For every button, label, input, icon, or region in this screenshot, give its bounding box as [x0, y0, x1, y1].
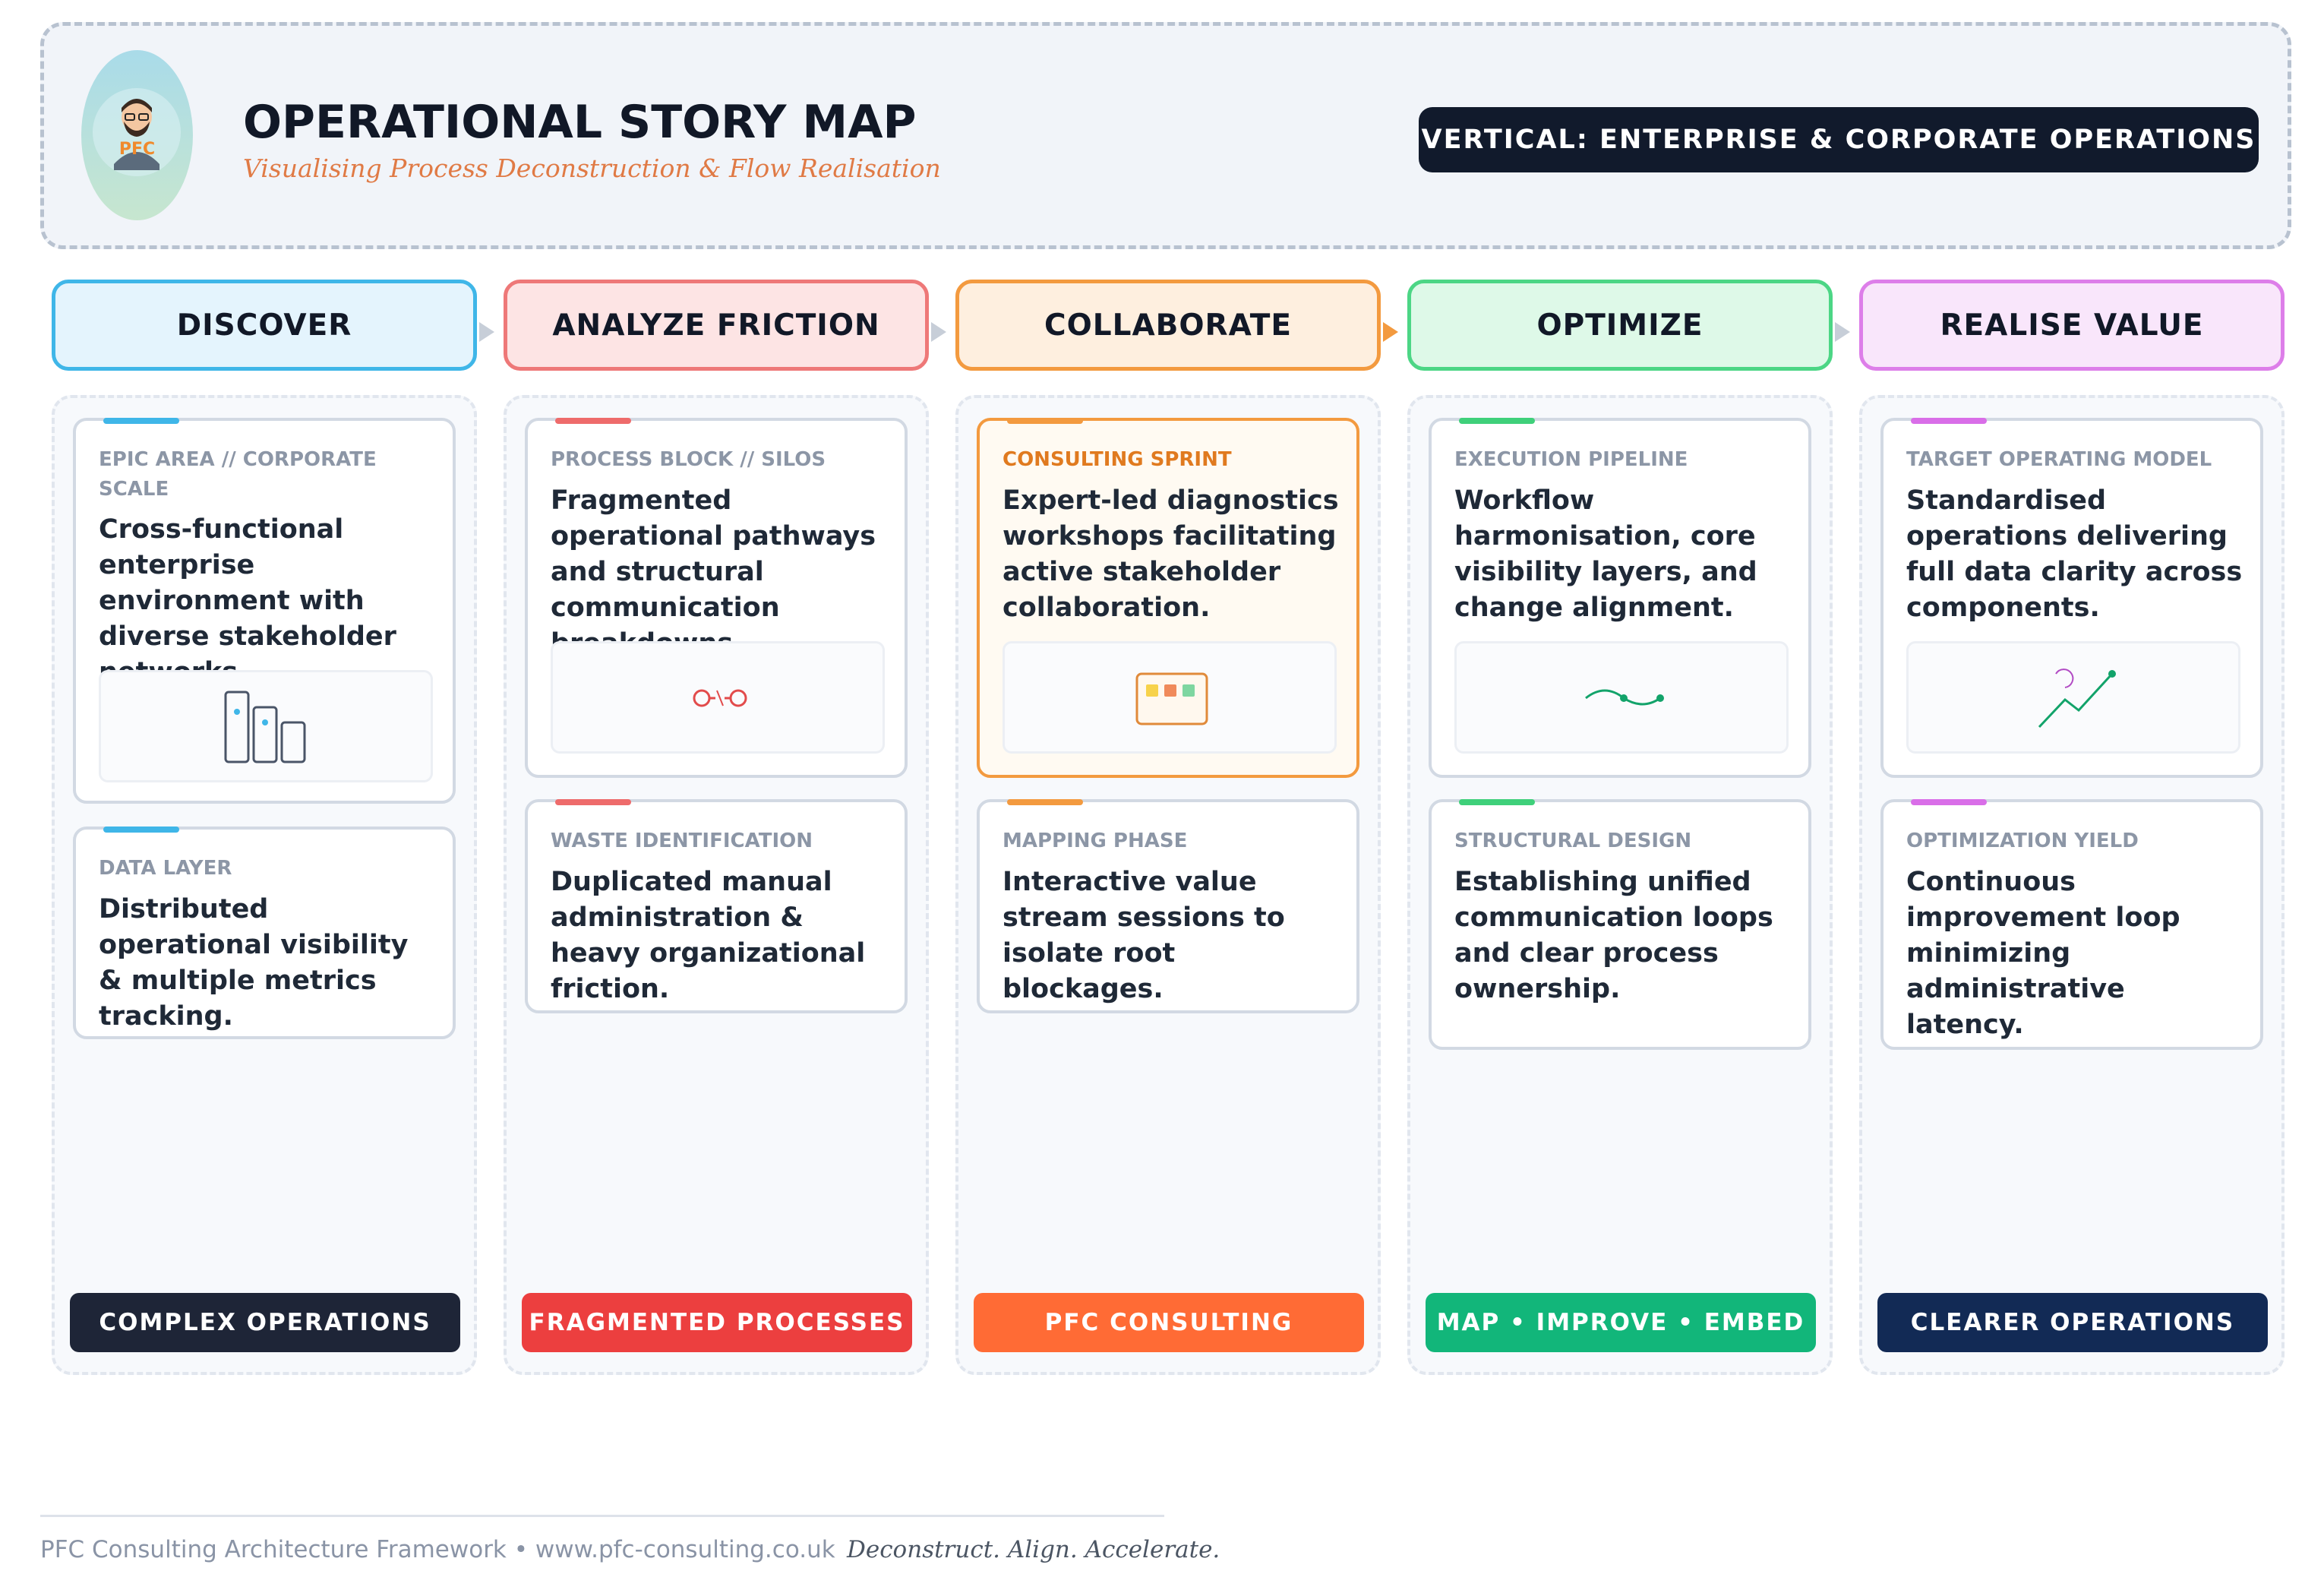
stage-footer-pill: CLEARER OPERATIONS [1877, 1293, 2268, 1352]
stage-card: OPTIMIZATION YIELD Continuous improvemen… [1880, 799, 2263, 1050]
stage-header-collaborate: COLLABORATE [955, 280, 1381, 371]
card-label: EPIC AREA // CORPORATE SCALE [99, 448, 377, 501]
page-title: OPERATIONAL STORY MAP [243, 96, 917, 149]
stage-footer-pill: PFC CONSULTING [974, 1293, 1364, 1352]
card-accent [1911, 418, 1987, 424]
stage-header-optimize: OPTIMIZE [1407, 280, 1833, 371]
stage-header-analyze-friction: ANALYZE FRICTION [504, 280, 929, 371]
card-text: Expert-led diagnostics workshops facilit… [1003, 485, 1339, 623]
card-label: WASTE IDENTIFICATION [551, 830, 813, 852]
card-label: DATA LAYER [99, 857, 232, 880]
stage-footer-pill: FRAGMENTED PROCESSES [522, 1293, 912, 1352]
card-text: Interactive value stream sessions to iso… [1003, 867, 1285, 1004]
card-accent [555, 799, 631, 805]
card-accent [1459, 418, 1535, 424]
card-label: STRUCTURAL DESIGN [1454, 830, 1692, 852]
arrow-right-icon [479, 322, 494, 342]
broken-link-icon [693, 689, 747, 707]
card-accent [1007, 799, 1083, 805]
stage-column-optimize: EXECUTION PIPELINE Workflow harmonisatio… [1407, 395, 1833, 1375]
card-accent [103, 827, 179, 833]
card-label: CONSULTING SPRINT [1003, 448, 1232, 471]
stage-card: EPIC AREA // CORPORATE SCALE Cross-funct… [73, 418, 456, 804]
card-accent [555, 418, 631, 424]
card-illustration [551, 641, 885, 754]
arrow-right-icon [1835, 322, 1850, 342]
card-label: TARGET OPERATING MODEL [1906, 448, 2212, 471]
card-text: Standardised operations delivering full … [1906, 485, 2243, 623]
card-text: Distributed operational visibility & mul… [99, 894, 409, 1032]
stage-card: DATA LAYER Distributed operational visib… [73, 827, 456, 1039]
card-label: MAPPING PHASE [1003, 830, 1188, 852]
card-text: Duplicated manual administration & heavy… [551, 867, 866, 1004]
stage-card: STRUCTURAL DESIGN Establishing unified c… [1429, 799, 1811, 1050]
card-label: EXECUTION PIPELINE [1454, 448, 1688, 471]
flow-curve-icon [1585, 689, 1664, 706]
bars-icon [224, 691, 306, 763]
card-text: Continuous improvement loop minimizing a… [1906, 867, 2180, 1040]
stage-column-discover: EPIC AREA // CORPORATE SCALE Cross-funct… [52, 395, 477, 1375]
card-text: Establishing unified communication loops… [1454, 867, 1773, 1004]
stage-header-realise-value: REALISE VALUE [1859, 280, 2285, 371]
card-accent [1007, 418, 1083, 424]
card-illustration [1003, 641, 1337, 754]
stage-header-discover: DISCOVER [52, 280, 477, 371]
arrow-right-icon [931, 322, 946, 342]
stage-footer-pill: COMPLEX OPERATIONS [70, 1293, 460, 1352]
stage-card: PROCESS BLOCK // SILOS Fragmented operat… [525, 418, 908, 778]
stage-card: TARGET OPERATING MODEL Standardised oper… [1880, 418, 2263, 778]
avatar-icon [93, 88, 181, 176]
page-subtitle: Visualising Process Deconstruction & Flo… [243, 153, 941, 183]
card-illustration [99, 670, 433, 782]
footer-tagline: Deconstruct. Align. Accelerate. [847, 1536, 1220, 1563]
logo: PFC [81, 50, 193, 220]
stage-column-realise-value: TARGET OPERATING MODEL Standardised oper… [1859, 395, 2285, 1375]
header-panel: PFC OPERATIONAL STORY MAP Visualising Pr… [40, 22, 2291, 249]
card-illustration [1906, 641, 2240, 754]
stage-card: WASTE IDENTIFICATION Duplicated manual a… [525, 799, 908, 1013]
footer-divider [40, 1515, 1164, 1517]
logo-text: PFC [118, 140, 156, 159]
card-accent [1911, 799, 1987, 805]
arrow-right-icon [1383, 322, 1398, 342]
vertical-badge: VERTICAL: ENTERPRISE & CORPORATE OPERATI… [1419, 107, 2259, 172]
card-illustration [1454, 641, 1789, 754]
card-text: Fragmented operational pathways and stru… [551, 485, 876, 659]
trend-up-icon [2038, 668, 2116, 729]
card-label: PROCESS BLOCK // SILOS [551, 448, 826, 471]
stage-column-collaborate: CONSULTING SPRINT Expert-led diagnostics… [955, 395, 1381, 1375]
footer-credit: PFC Consulting Architecture Framework • … [40, 1536, 835, 1563]
stage-footer-pill: MAP • IMPROVE • EMBED [1426, 1293, 1816, 1352]
card-accent [1459, 799, 1535, 805]
stage-column-analyze-friction: PROCESS BLOCK // SILOS Fragmented operat… [504, 395, 929, 1375]
stage-card-highlighted: CONSULTING SPRINT Expert-led diagnostics… [977, 418, 1359, 778]
card-label: OPTIMIZATION YIELD [1906, 830, 2139, 852]
card-accent [103, 418, 179, 424]
stage-card: EXECUTION PIPELINE Workflow harmonisatio… [1429, 418, 1811, 778]
card-text: Cross-functional enterprise environment … [99, 514, 396, 687]
stage-card: MAPPING PHASE Interactive value stream s… [977, 799, 1359, 1013]
workshop-board-icon [1135, 672, 1208, 725]
card-text: Workflow harmonisation, core visibility … [1454, 485, 1757, 623]
